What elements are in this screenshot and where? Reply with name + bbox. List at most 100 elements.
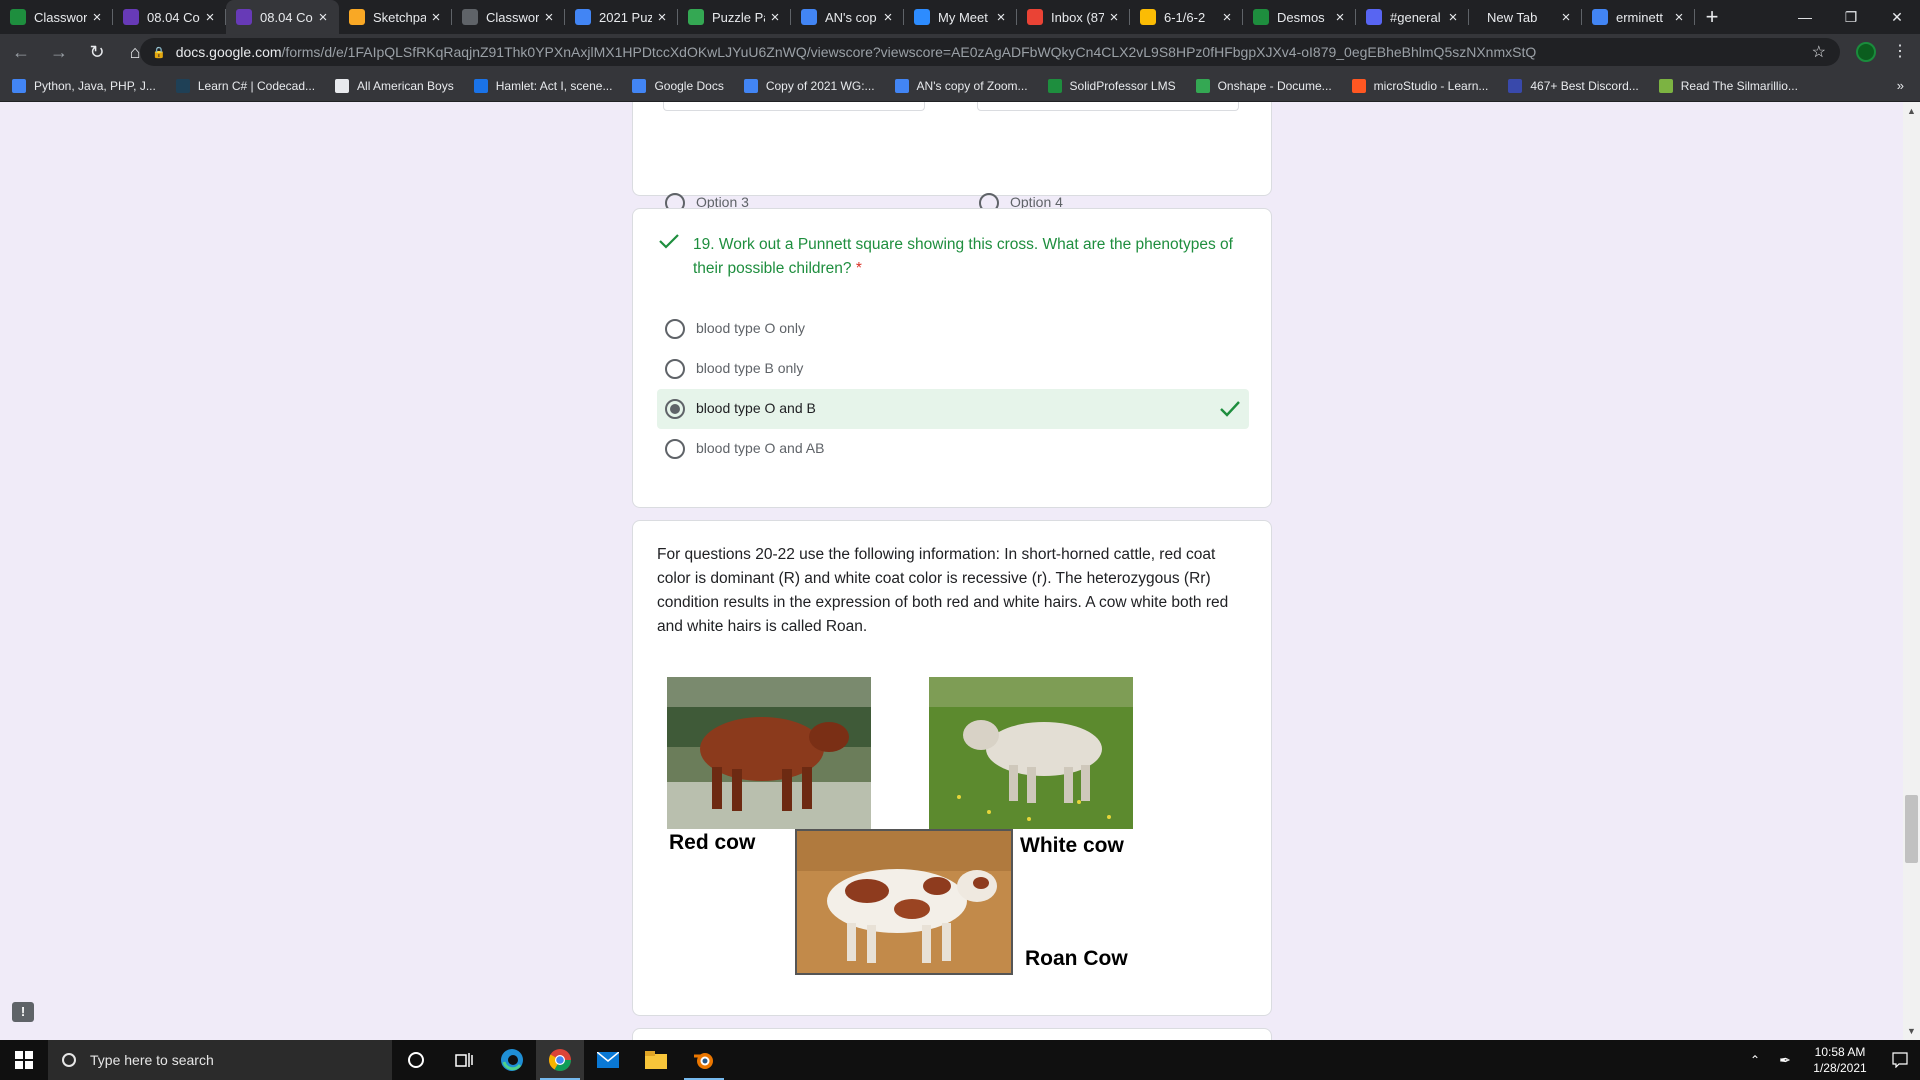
close-tab-icon[interactable]: × — [1556, 9, 1576, 26]
answer-radio[interactable] — [665, 359, 685, 379]
bookmark-item[interactable]: Google Docs — [632, 78, 724, 93]
browser-tab[interactable]: Inbox (87 × — [1017, 0, 1130, 34]
bookmark-item[interactable]: Learn C# | Codecad... — [175, 78, 315, 93]
bookmark-favicon-icon — [1195, 78, 1210, 93]
tab-favicon-icon — [10, 9, 26, 25]
bookmarks-overflow-icon[interactable]: » — [1897, 78, 1904, 93]
bookmark-favicon-icon — [894, 78, 909, 93]
browser-tab[interactable]: #general × — [1356, 0, 1469, 34]
tab-title: My Meet — [938, 9, 988, 25]
close-tab-icon[interactable]: × — [652, 9, 672, 26]
tab-favicon-icon — [801, 9, 817, 25]
close-tab-icon[interactable]: × — [426, 9, 446, 26]
mail-icon[interactable] — [584, 1040, 632, 1080]
tray-chevron-up-icon[interactable]: ⌃ — [1740, 1040, 1770, 1080]
taskbar-clock[interactable]: 10:58 AM 1/28/2021 — [1800, 1044, 1880, 1076]
forward-icon[interactable]: → — [42, 35, 76, 69]
chrome-icon[interactable] — [536, 1040, 584, 1080]
close-tab-icon[interactable]: × — [313, 9, 333, 26]
browser-tab[interactable]: 6-1/6-2 × — [1130, 0, 1243, 34]
pen-icon[interactable]: ✒ — [1770, 1040, 1800, 1080]
bookmark-label: AN's copy of Zoom... — [916, 78, 1028, 93]
close-tab-icon[interactable]: × — [1669, 9, 1689, 26]
form-page: Option 3 Option 4 19. Work out a Punnett… — [0, 102, 1920, 1040]
close-window-icon[interactable]: ✕ — [1874, 0, 1920, 34]
blender-icon[interactable] — [680, 1040, 728, 1080]
notifications-icon[interactable] — [1880, 1040, 1920, 1080]
tab-title: 08.04 Co — [147, 9, 200, 25]
close-tab-icon[interactable]: × — [87, 9, 107, 26]
taskbar-search[interactable]: Type here to search — [48, 1040, 392, 1080]
bookmark-label: Python, Java, PHP, J... — [34, 78, 156, 93]
bookmark-item[interactable]: Copy of 2021 WG:... — [743, 78, 875, 93]
tab-favicon-icon — [349, 9, 365, 25]
answer-radio-checked[interactable] — [665, 399, 685, 419]
bookmark-label: microStudio - Learn... — [1373, 78, 1489, 93]
browser-tab[interactable]: Desmos × — [1243, 0, 1356, 34]
bookmark-item[interactable]: All American Boys — [335, 78, 454, 93]
correct-answer-check-icon — [1220, 401, 1240, 417]
file-explorer-icon[interactable] — [632, 1040, 680, 1080]
answer-option[interactable]: blood type O and AB — [657, 429, 1249, 469]
profile-avatar[interactable] — [1856, 42, 1876, 62]
browser-tab[interactable]: New Tab × — [1469, 0, 1582, 34]
bookmark-favicon-icon — [1351, 78, 1366, 93]
bookmark-item[interactable]: Read The Silmarillio... — [1658, 78, 1798, 93]
browser-tab[interactable]: 08.04 Co × — [113, 0, 226, 34]
close-tab-icon[interactable]: × — [765, 9, 785, 26]
bookmark-star-icon[interactable]: ☆ — [1812, 42, 1826, 62]
browser-menu-icon[interactable]: ⋮ — [1892, 42, 1908, 62]
scroll-up-arrow-icon[interactable]: ▲ — [1907, 106, 1916, 116]
scrollbar-thumb[interactable] — [1905, 795, 1918, 863]
bookmark-item[interactable]: Python, Java, PHP, J... — [12, 78, 156, 93]
bookmarks-bar: Python, Java, PHP, J... Learn C# | Codeca… — [0, 70, 1920, 102]
scroll-down-arrow-icon[interactable]: ▼ — [1907, 1026, 1916, 1036]
bookmark-label: Hamlet: Act I, scene... — [495, 78, 613, 93]
bookmark-item[interactable]: 467+ Best Discord... — [1508, 78, 1639, 93]
bookmark-item[interactable]: microStudio - Learn... — [1351, 78, 1489, 93]
browser-tab[interactable]: My Meet × — [904, 0, 1017, 34]
close-tab-icon[interactable]: × — [539, 9, 559, 26]
close-tab-icon[interactable]: × — [1217, 9, 1237, 26]
back-icon[interactable]: ← — [4, 35, 38, 69]
reload-icon[interactable]: ↻ — [80, 35, 114, 69]
browser-tab[interactable]: Puzzle Pa × — [678, 0, 791, 34]
close-tab-icon[interactable]: × — [991, 9, 1011, 26]
bookmark-item[interactable]: AN's copy of Zoom... — [894, 78, 1028, 93]
bookmark-item[interactable]: SolidProfessor LMS — [1047, 78, 1176, 93]
edge-browser-icon[interactable] — [488, 1040, 536, 1080]
white-cow-caption: White cow — [1020, 834, 1124, 857]
question-title: 19. Work out a Punnett square showing th… — [693, 233, 1253, 281]
close-tab-icon[interactable]: × — [1443, 9, 1463, 26]
browser-tab[interactable]: AN's cop × — [791, 0, 904, 34]
restore-icon[interactable]: ❐ — [1828, 0, 1874, 34]
answer-label: blood type O only — [696, 320, 805, 336]
bookmark-item[interactable]: Hamlet: Act I, scene... — [473, 78, 613, 93]
browser-tab[interactable]: 2021 Puz × — [565, 0, 678, 34]
task-view-icon[interactable] — [440, 1040, 488, 1080]
report-issue-icon[interactable]: ! — [12, 1002, 34, 1022]
close-tab-icon[interactable]: × — [200, 9, 220, 26]
answer-option[interactable]: blood type O only — [657, 309, 1249, 349]
minimize-icon[interactable]: — — [1782, 0, 1828, 34]
windows-start-icon[interactable] — [0, 1040, 48, 1080]
tab-favicon-icon — [1366, 9, 1382, 25]
close-tab-icon[interactable]: × — [1104, 9, 1124, 26]
page-scrollbar[interactable]: ▲ ▼ — [1903, 102, 1920, 1040]
answer-radio[interactable] — [665, 439, 685, 459]
browser-tab[interactable]: erminett × — [1582, 0, 1695, 34]
bookmark-item[interactable]: Onshape - Docume... — [1195, 78, 1332, 93]
new-tab-button[interactable]: + — [1695, 0, 1729, 34]
answer-option-selected[interactable]: blood type O and B — [657, 389, 1249, 429]
answer-option[interactable]: blood type B only — [657, 349, 1249, 389]
close-tab-icon[interactable]: × — [878, 9, 898, 26]
browser-tab[interactable]: Sketchpa × — [339, 0, 452, 34]
bookmark-label: Google Docs — [654, 78, 724, 93]
browser-tab[interactable]: Classwor × — [452, 0, 565, 34]
browser-tab[interactable]: Classwork× — [0, 0, 113, 34]
close-tab-icon[interactable]: × — [1330, 9, 1350, 26]
cortana-icon[interactable] — [392, 1040, 440, 1080]
answer-radio[interactable] — [665, 319, 685, 339]
address-bar[interactable]: 🔒 docs.google.com/forms/d/e/1FAIpQLSfRKq… — [140, 38, 1840, 66]
browser-tab[interactable]: 08.04 Co × — [226, 0, 339, 34]
